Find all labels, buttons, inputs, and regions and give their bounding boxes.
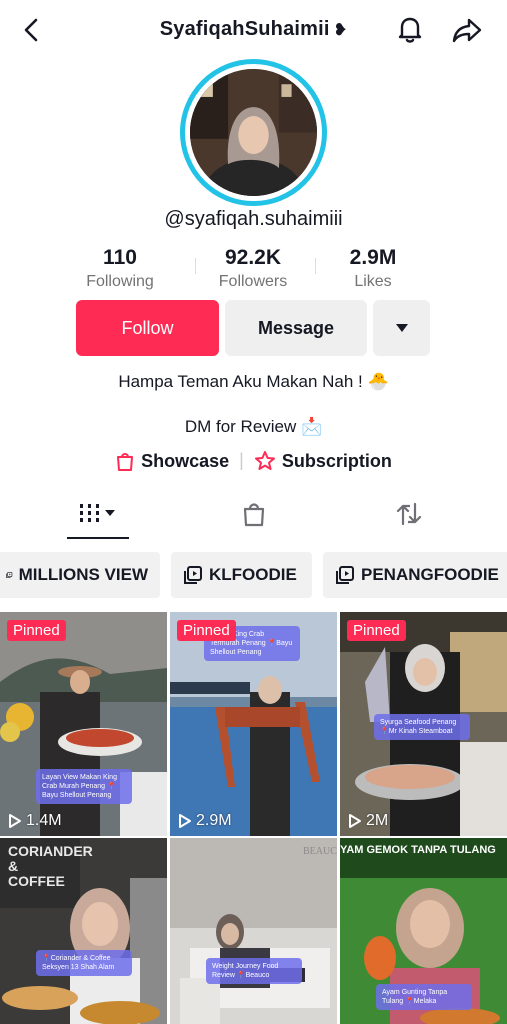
playlist-label: MILLIONS VIEW [18,565,148,584]
profile-links: Showcase | Subscription [0,450,507,472]
stat-label: Following [86,273,154,290]
playlist-chip[interactable]: PENANGFOODIE [323,552,507,598]
playlist-label: PENANGFOODIE [361,565,499,584]
storefront-text: CORIANDER & COFFEE [8,843,93,889]
playlist-icon [6,572,13,578]
heart-glyph: ❥ [333,22,348,39]
stat-likes[interactable]: 2.9M Likes [313,246,433,291]
stat-label: Likes [354,273,392,290]
share-arrow-icon [452,18,482,43]
stat-following[interactable]: 110 Following [60,246,180,291]
message-button[interactable]: Message [225,300,367,356]
subscription-link[interactable]: Subscription [254,450,392,472]
stat-value: 110 [103,246,137,269]
profile-handle: @syafiqah.suhaimiii [164,208,343,230]
stat-label: Followers [218,273,288,290]
storefront-text: YAM GEMOK TANPA TULANG [340,844,496,856]
profile-tabs [0,492,507,540]
pinned-badge: Pinned [7,620,66,641]
view-count: 2M [348,812,388,830]
playlist-chip[interactable]: KLFOODIE [171,552,312,598]
video-caption: Ayam Gunting Tanpa Tulang 📍Melaka [376,984,472,1010]
playlist-row: MILLIONS VIEW KLFOODIE PENANGFOODIE [0,552,507,599]
video-thumbnail[interactable]: Makan King Crab Termurah Penang 📍Bayu Sh… [170,612,337,836]
view-count: 2.9M [178,812,232,830]
playlist-label: KLFOODIE [209,565,297,584]
repost-icon [396,502,422,526]
shopping-bag-icon [243,503,265,527]
video-thumbnail[interactable]: Layan View Makan King Crab Murah Penang … [0,612,167,836]
video-caption: Syurga Seafood Penang 📍Mr Kinah Steamboa… [374,714,470,740]
play-icon [349,814,361,828]
play-icon [9,814,21,828]
stat-value: 92.2K [224,246,282,269]
pinned-badge: Pinned [347,620,406,641]
link-divider: | [239,450,244,470]
profile-username: SyafiqahSuhaimii ❥ [159,18,348,40]
star-badge-icon [254,451,275,470]
shopping-bag-icon [117,453,134,471]
playlist-icon [336,566,354,584]
top-bar: SyafiqahSuhaimii ❥ [0,0,507,62]
subscription-label: Subscription [281,450,392,471]
avatar [190,69,317,196]
showcase-label: Showcase [141,450,230,471]
bell-icon [398,17,422,43]
video-thumbnail[interactable]: BEAUC Weight Journey Food Review 📍Beauco [170,838,337,1024]
playlist-icon [184,566,202,584]
caret-down-icon [395,324,408,332]
video-thumbnail[interactable]: YAM GEMOK TANPA TULANG Ayam Gunting Tanp… [340,838,507,1024]
pinned-badge: Pinned [177,620,236,641]
profile-stats: 110 Following 92.2K Followers 2.9M Likes [60,246,447,296]
tab-reposts[interactable] [385,492,433,536]
active-tab-indicator [67,537,129,539]
video-caption: Layan View Makan King Crab Murah Penang … [36,769,132,804]
showcase-link[interactable]: Showcase [115,450,229,472]
bio-line: DM for Review 📩 [184,417,323,436]
stat-followers[interactable]: 92.2K Followers [193,246,313,291]
playlist-chip[interactable]: MILLIONS VIEW [0,552,160,598]
profile-avatar-ring[interactable] [180,59,327,206]
storefront-text: BEAUC [303,846,337,857]
tab-shop[interactable] [230,492,278,536]
view-count-value: 2.9M [196,812,232,829]
video-thumbnail[interactable]: CORIANDER & COFFEE 📍Coriander & Coffee S… [0,838,167,1024]
share-button[interactable] [449,12,485,48]
video-thumbnail-image [170,838,337,1024]
tab-videos[interactable] [67,492,129,536]
follow-button[interactable]: Follow [76,300,219,356]
play-icon [179,814,191,828]
video-grid: Layan View Makan King Crab Murah Penang … [0,612,507,1024]
video-thumbnail[interactable]: Syurga Seafood Penang 📍Mr Kinah Steamboa… [340,612,507,836]
suggested-accounts-button[interactable] [373,300,430,356]
view-count-value: 2M [366,812,389,829]
stat-value: 2.9M [349,246,397,269]
notification-button[interactable] [393,12,427,46]
video-caption: 📍Coriander & Coffee Seksyen 13 Shah Alam [36,950,132,976]
view-count: 1.4M [8,812,62,830]
video-caption: Weight Journey Food Review 📍Beauco [206,958,302,984]
videos-grid-icon [80,504,115,522]
view-count-value: 1.4M [26,812,62,829]
bio-line: Hampa Teman Aku Makan Nah ! 🐣 [118,372,389,391]
